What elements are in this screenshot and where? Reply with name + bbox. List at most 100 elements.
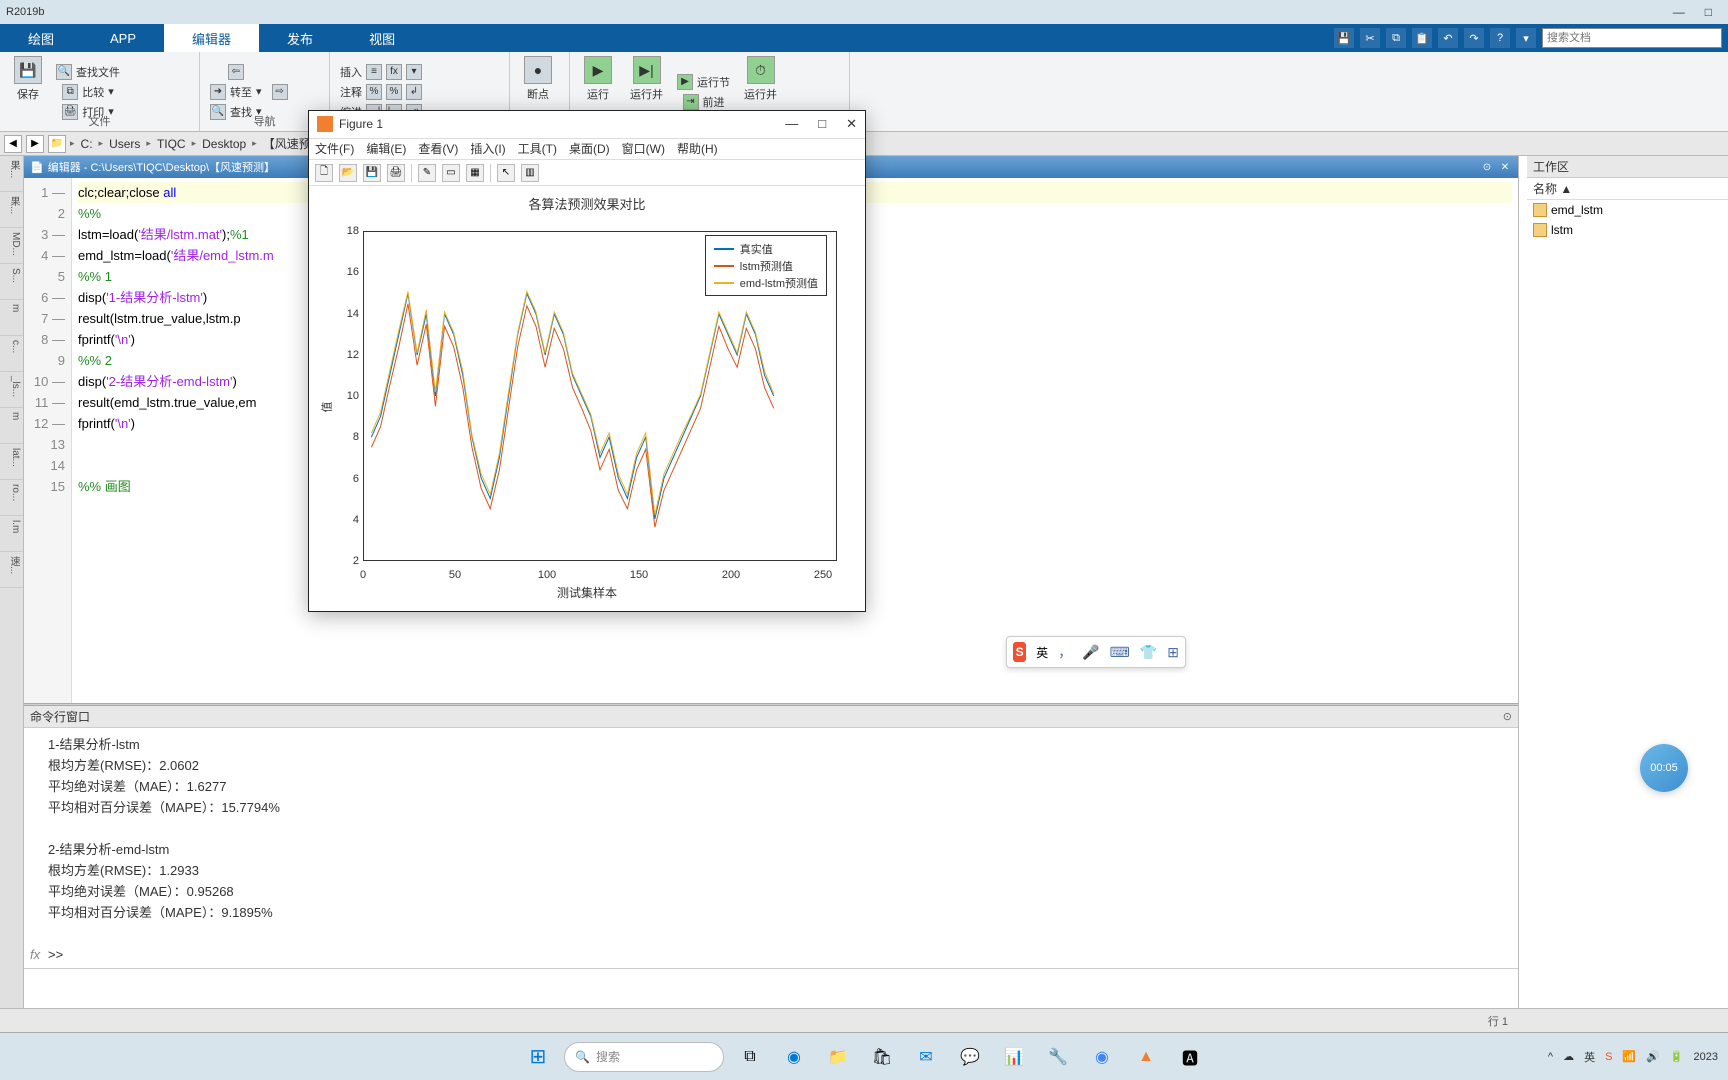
fig-menu-item[interactable]: 帮助(H) [677, 140, 718, 157]
ime-skin-icon[interactable]: 👕 [1140, 644, 1157, 661]
fig-menu-item[interactable]: 工具(T) [518, 140, 557, 157]
print-fig-icon[interactable]: 🖨 [387, 164, 405, 182]
crumb-c[interactable]: C: [79, 137, 95, 151]
tab-view[interactable]: 视图 [341, 24, 423, 52]
crumb-desktop[interactable]: Desktop [200, 137, 248, 151]
app-icon-3[interactable]: 🅰 [1172, 1039, 1208, 1075]
fig-menu-item[interactable]: 查看(V) [418, 140, 458, 157]
copy-icon[interactable]: ⧉ [1386, 28, 1406, 48]
data-cursor-icon[interactable]: ▥ [521, 164, 539, 182]
minimize-icon[interactable]: — [1673, 5, 1685, 19]
timer-pill[interactable]: 00:05 [1640, 744, 1688, 792]
fold-tab[interactable]: MD... [0, 228, 23, 264]
app-icon-1[interactable]: 📊 [996, 1039, 1032, 1075]
system-tray[interactable]: ^ ☁ 英 S 📶 🔊 🔋 2023 [1548, 1049, 1718, 1065]
mail-icon[interactable]: ✉ [908, 1039, 944, 1075]
start-button[interactable]: ⊞ [520, 1039, 556, 1075]
commandwindow-body[interactable]: 1-结果分析-lstm根均方差(RMSE)：2.0602平均绝对误差（MAE）：… [24, 728, 1518, 968]
addr-up-button[interactable]: 📁 [48, 135, 66, 153]
explorer-icon[interactable]: 📁 [820, 1039, 856, 1075]
edit-plot-icon[interactable]: ✎ [418, 164, 436, 182]
tray-lang-icon[interactable]: 英 [1584, 1049, 1595, 1065]
chrome-icon[interactable]: ◉ [1084, 1039, 1120, 1075]
doc-search-input[interactable] [1542, 28, 1722, 48]
save-icon[interactable]: 💾 [1334, 28, 1354, 48]
crumb-tiqc[interactable]: TIQC [155, 137, 188, 151]
fold-tab[interactable]: 速... [0, 552, 23, 588]
fold-tab[interactable]: _ls... [0, 372, 23, 408]
addr-fwd-button[interactable]: ▶ [26, 135, 44, 153]
tray-onedrive-icon[interactable]: ☁ [1563, 1050, 1574, 1063]
ime-mic-icon[interactable]: 🎤 [1082, 644, 1099, 661]
tray-sogou-icon[interactable]: S [1605, 1051, 1612, 1063]
tab-editor[interactable]: 编辑器 [164, 24, 259, 52]
figure-titlebar[interactable]: Figure 1 — □ ✕ [309, 111, 865, 139]
fig-close-icon[interactable]: ✕ [846, 116, 857, 132]
figure-window[interactable]: Figure 1 — □ ✕ 文件(F)编辑(E)查看(V)插入(I)工具(T)… [308, 110, 866, 612]
fig-maximize-icon[interactable]: □ [818, 116, 826, 132]
fig-menu-item[interactable]: 窗口(W) [622, 140, 665, 157]
insert-button[interactable]: 插入 ≡fx▾ [338, 63, 424, 81]
step-button[interactable]: ⇥前进 [681, 93, 727, 111]
legend-item[interactable]: emd-lstm预测值 [714, 274, 818, 291]
fig-menu-item[interactable]: 编辑(E) [366, 140, 406, 157]
goto-button[interactable]: ➜转至 ▾ [208, 83, 264, 101]
taskbar-search[interactable]: 🔍 搜索 [564, 1042, 724, 1072]
undo-icon[interactable]: ↶ [1438, 28, 1458, 48]
comment-button[interactable]: 注释 %%↲ [338, 83, 424, 101]
workspace-var[interactable]: emd_lstm [1527, 200, 1728, 220]
ime-lang-button[interactable]: 英 [1036, 644, 1048, 661]
fold-tab[interactable]: 果... [0, 156, 23, 192]
tray-wifi-icon[interactable]: 📶 [1622, 1050, 1636, 1063]
workspace-header[interactable]: 名称 ▲ [1527, 178, 1728, 200]
tray-volume-icon[interactable]: 🔊 [1646, 1050, 1660, 1063]
plot-area[interactable]: 真实值lstm预测值emd-lstm预测值 24681012141618 050… [323, 217, 851, 597]
nav-back-button[interactable]: ⇦ [226, 63, 246, 81]
fold-tab[interactable]: m [0, 408, 23, 444]
link-icon-1[interactable]: ▭ [442, 164, 460, 182]
editor-close-icon[interactable]: ✕ [1498, 160, 1512, 174]
redo-icon[interactable]: ↷ [1464, 28, 1484, 48]
pointer-icon[interactable]: ↖ [497, 164, 515, 182]
new-fig-icon[interactable]: 🗋 [315, 164, 333, 182]
app-icon-2[interactable]: 🔧 [1040, 1039, 1076, 1075]
edge-icon[interactable]: ◉ [776, 1039, 812, 1075]
save-fig-icon[interactable]: 💾 [363, 164, 381, 182]
compare-button[interactable]: ⧉比较 ▾ [60, 83, 116, 101]
sogou-logo-icon[interactable]: S [1013, 642, 1026, 662]
taskview-icon[interactable]: ⧉ [732, 1039, 768, 1075]
fold-tab[interactable]: lat... [0, 444, 23, 480]
tab-publish[interactable]: 发布 [259, 24, 341, 52]
nav-fwd-button[interactable]: ⇨ [270, 83, 290, 101]
fold-tab[interactable]: 果... [0, 192, 23, 228]
matlab-taskbar-icon[interactable]: ▲ [1128, 1039, 1164, 1075]
fold-tab[interactable]: l.m [0, 516, 23, 552]
ime-comma-icon[interactable]: ， [1058, 642, 1072, 662]
run-section-button[interactable]: ▶运行节 [675, 73, 732, 91]
fold-tab[interactable]: c... [0, 336, 23, 372]
legend-item[interactable]: lstm预测值 [714, 257, 818, 274]
store-icon[interactable]: 🛍 [864, 1039, 900, 1075]
help-icon[interactable]: ? [1490, 28, 1510, 48]
workspace-var[interactable]: lstm [1527, 220, 1728, 240]
ime-menu-icon[interactable]: ⊞ [1167, 644, 1179, 661]
addr-back-button[interactable]: ◀ [4, 135, 22, 153]
fold-tab[interactable]: S... [0, 264, 23, 300]
link-icon-2[interactable]: ▦ [466, 164, 484, 182]
cmdwin-menu-icon[interactable]: ⊙ [1503, 710, 1512, 723]
ime-toolbar[interactable]: S 英 ， 🎤 ⌨ 👕 ⊞ [1006, 636, 1186, 668]
paste-icon[interactable]: 📋 [1412, 28, 1432, 48]
fig-menu-item[interactable]: 桌面(D) [569, 140, 610, 157]
find-files-button[interactable]: 🔍查找文件 [54, 63, 122, 81]
tab-plot[interactable]: 绘图 [0, 24, 82, 52]
ime-keyboard-icon[interactable]: ⌨ [1110, 644, 1130, 661]
tray-chevron-icon[interactable]: ^ [1548, 1051, 1553, 1063]
open-fig-icon[interactable]: 📂 [339, 164, 357, 182]
editor-dropdown-icon[interactable]: ⊙ [1480, 160, 1494, 174]
legend-item[interactable]: 真实值 [714, 240, 818, 257]
fig-minimize-icon[interactable]: — [785, 116, 798, 132]
legend[interactable]: 真实值lstm预测值emd-lstm预测值 [705, 235, 827, 296]
fig-menu-item[interactable]: 插入(I) [470, 140, 505, 157]
maximize-icon[interactable]: □ [1705, 5, 1712, 19]
cut-icon[interactable]: ✂ [1360, 28, 1380, 48]
